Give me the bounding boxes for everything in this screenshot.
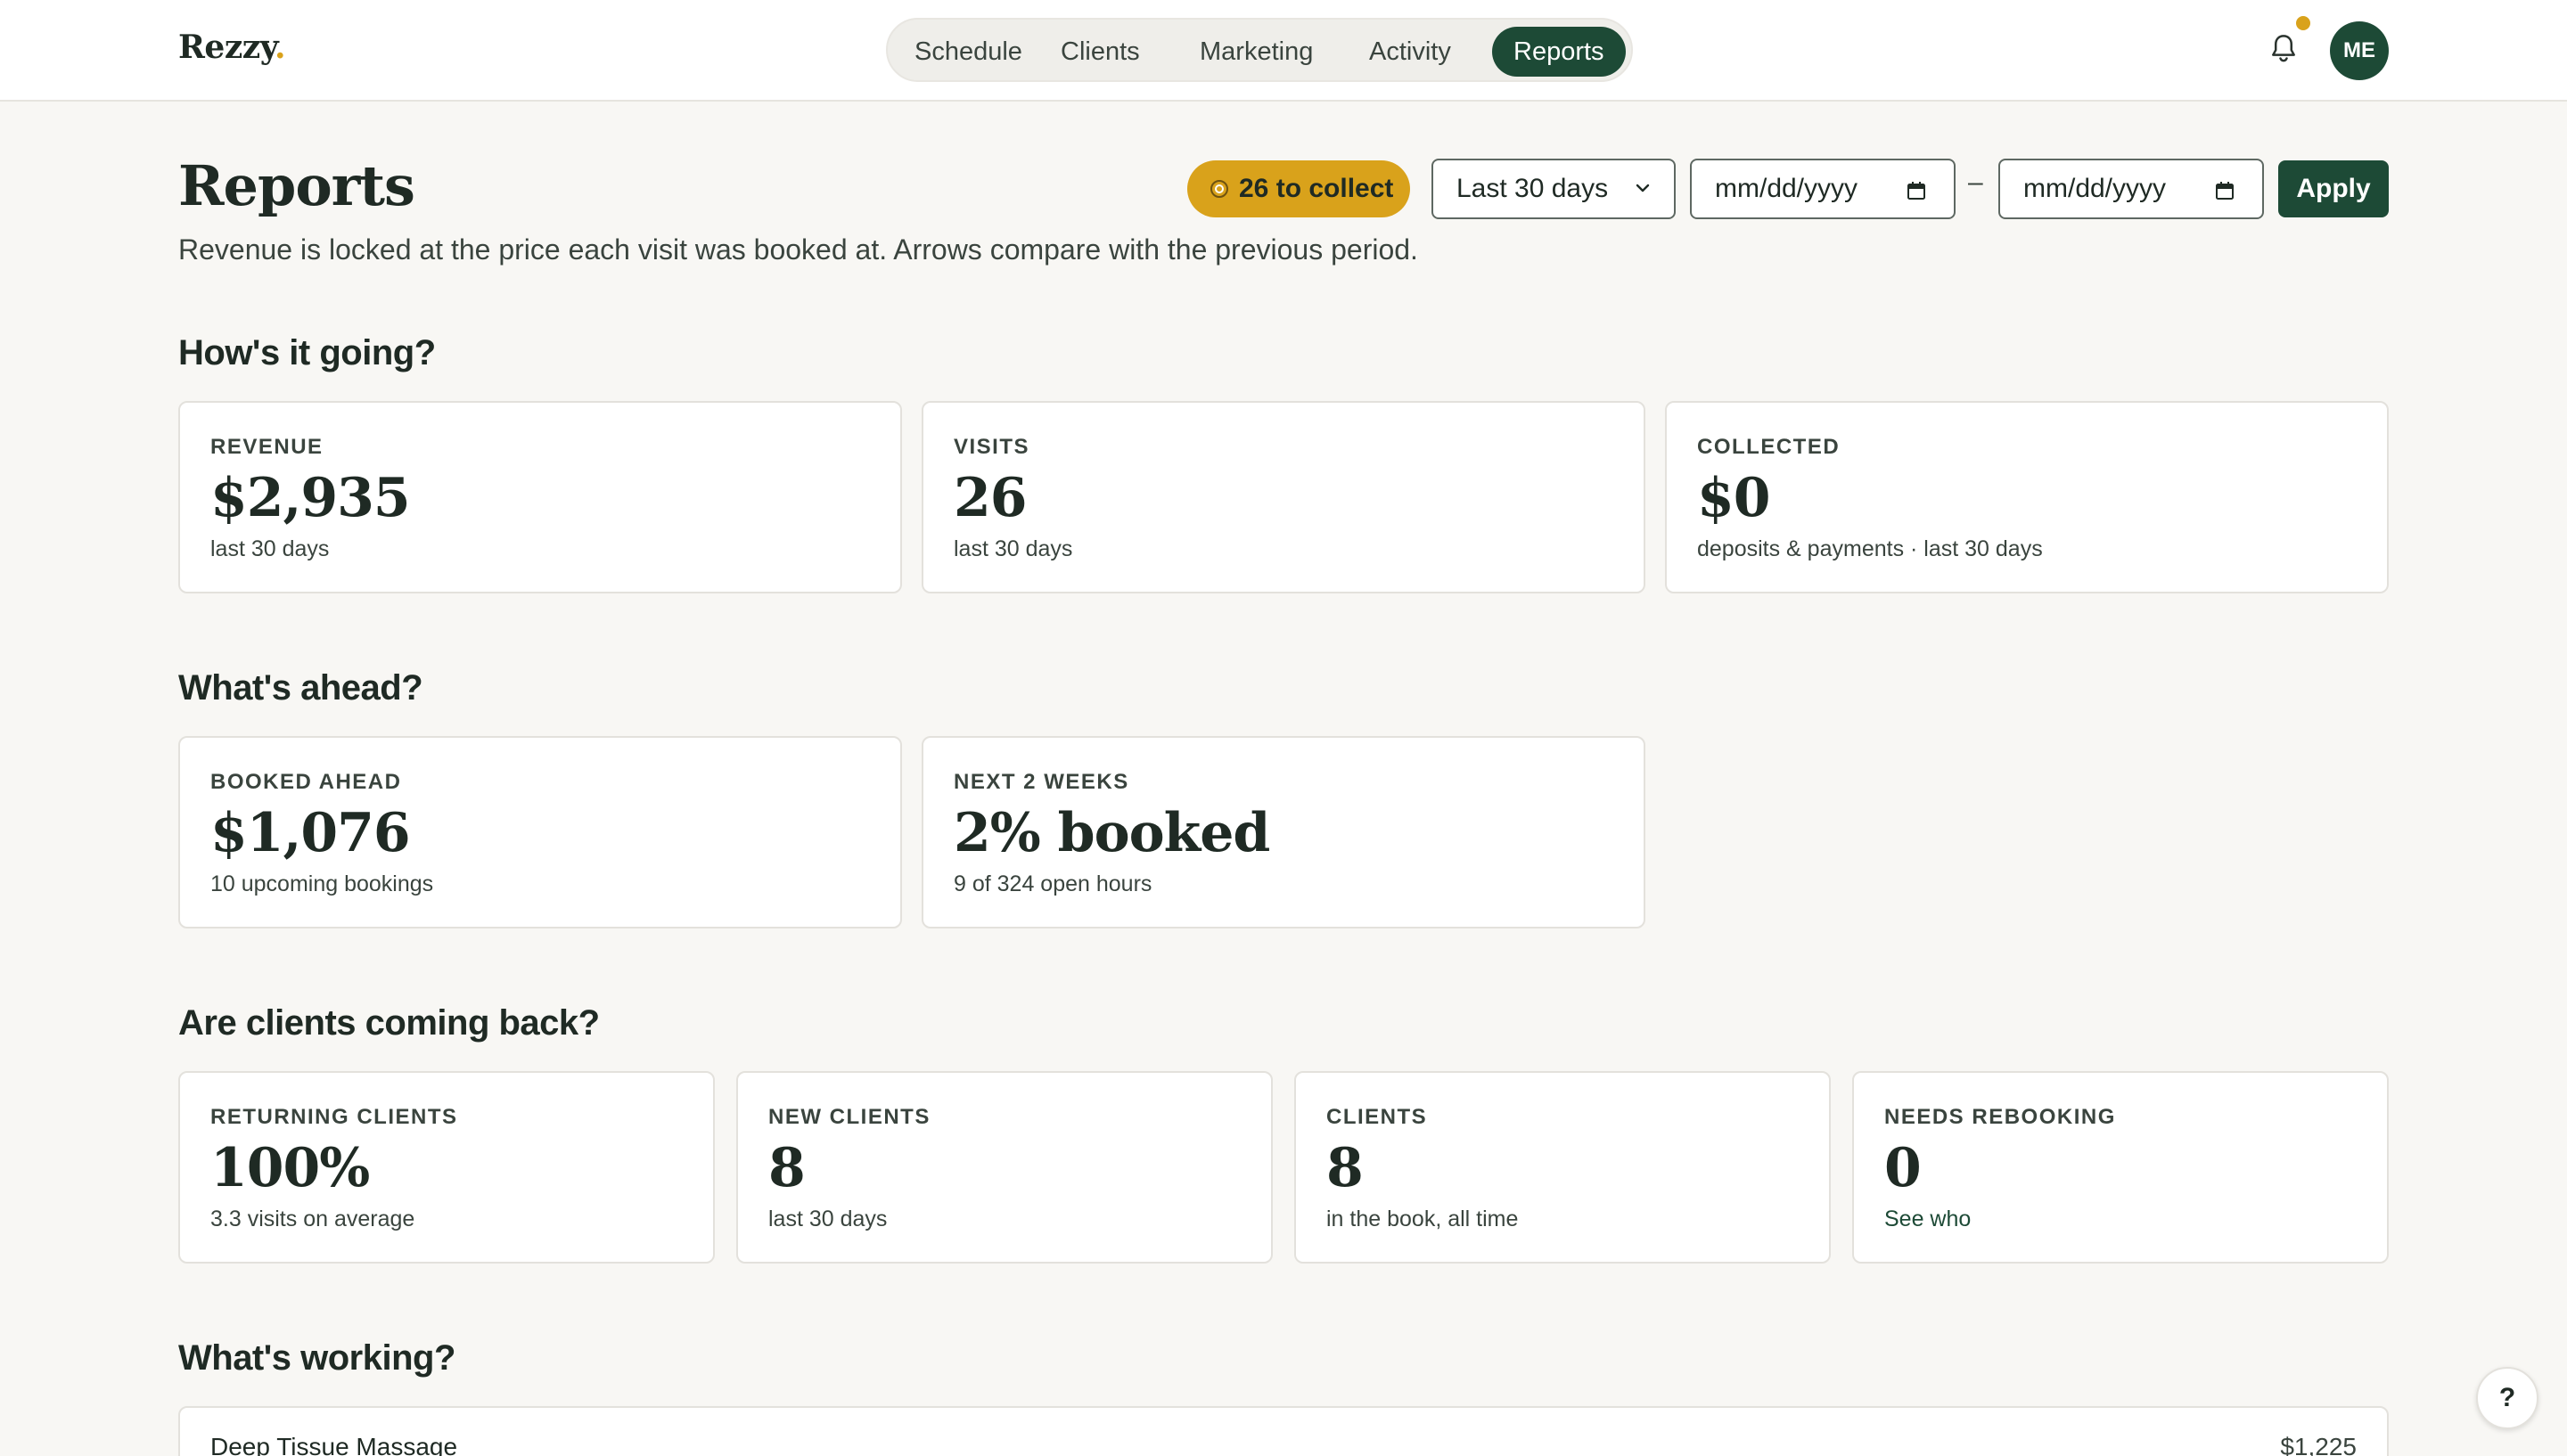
section-title-going: How's it going? [178,333,436,372]
stat-note: in the book, all time [1326,1207,1519,1231]
see-who-link[interactable]: See who [1884,1207,1971,1232]
section-title-ahead: What's ahead? [178,668,423,708]
stat-value: 100% [210,1137,370,1199]
stat-value: 8 [1326,1137,1364,1199]
stat-label: CLIENTS [1326,1105,1428,1129]
stat-note: 10 upcoming bookings [210,871,434,896]
stat-note: last 30 days [954,536,1073,561]
notification-dot [2296,16,2310,30]
stat-value: 0 [1884,1137,1922,1199]
help-button[interactable]: ? [2476,1367,2538,1429]
section-title-coming-back: Are clients coming back? [178,1003,600,1043]
stat-value: $2,935 [210,467,411,529]
stat-note: deposits & payments · last 30 days [1697,536,2043,561]
service-row[interactable]: Deep Tissue Massage $1,225 [178,1406,2389,1456]
stat-value: $1,076 [210,802,411,864]
stat-note: last 30 days [210,536,330,561]
calendar-icon[interactable] [1906,180,1927,201]
to-collect-button[interactable]: 26 to collect [1187,160,1410,217]
service-name: Deep Tissue Massage [210,1433,458,1456]
stat-value: 8 [768,1137,806,1199]
stat-value: 26 [954,467,1027,529]
brand-logo[interactable]: Rezzy. [178,29,286,66]
stat-label: VISITS [954,435,1030,459]
chevron-down-icon [1636,184,1650,192]
stat-note: 9 of 324 open hours [954,871,1152,896]
top-bar: Rezzy. Schedule Clients Marketing Activi… [0,0,2567,102]
stat-card-revenue[interactable]: REVENUE $2,935 last 30 days [178,401,902,593]
stat-card-returning-clients[interactable]: RETURNING CLIENTS 100% 3.3 visits on ave… [178,1071,715,1264]
stat-card-needs-rebooking[interactable]: NEEDS REBOOKING 0 See who [1852,1071,2389,1264]
nav-tab-marketing[interactable]: Marketing [1178,27,1334,77]
date-range-select[interactable]: Last 30 days [1431,159,1676,219]
date-from-input[interactable]: mm/dd/yyyy [1690,159,1956,219]
calendar-icon[interactable] [2214,180,2235,201]
date-to-input[interactable]: mm/dd/yyyy [1998,159,2264,219]
nav-tab-clients[interactable]: Clients [1039,27,1161,77]
stat-note: last 30 days [768,1207,888,1231]
stat-card-booked-ahead[interactable]: BOOKED AHEAD $1,076 10 upcoming bookings [178,736,902,928]
stat-card-collected[interactable]: COLLECTED $0 deposits & payments · last … [1665,401,2389,593]
stat-card-next-two-weeks[interactable]: NEXT 2 WEEKS 2% booked 9 of 324 open hou… [922,736,1645,928]
date-to-placeholder: mm/dd/yyyy [2023,174,2167,203]
page-subtitle: Revenue is locked at the price each visi… [178,233,1418,266]
page-title: Reports [178,153,415,218]
brand-dot: . [275,29,286,66]
to-collect-label: 26 to collect [1239,174,1394,203]
stat-label: NEXT 2 WEEKS [954,770,1129,794]
stat-label: RETURNING CLIENTS [210,1105,458,1129]
user-avatar[interactable]: ME [2330,21,2389,80]
stat-card-clients[interactable]: CLIENTS 8 in the book, all time [1294,1071,1831,1264]
date-range-separator: – [1968,168,1983,197]
notification-bell-icon[interactable] [2268,32,2300,66]
stat-label: REVENUE [210,435,324,459]
stat-value: 2% booked [954,802,1270,864]
date-range-value: Last 30 days [1456,174,1609,203]
stat-label: NEW CLIENTS [768,1105,931,1129]
stat-value: $0 [1697,467,1770,529]
nav-tab-activity[interactable]: Activity [1348,27,1472,77]
coins-icon [1210,180,1228,198]
stat-note: 3.3 visits on average [210,1207,415,1231]
nav-tab-schedule[interactable]: Schedule [893,27,1044,77]
main-nav: Schedule Clients Marketing Activity Repo… [886,18,1633,82]
date-from-placeholder: mm/dd/yyyy [1715,174,1858,203]
service-revenue: $1,225 [2280,1433,2357,1456]
stat-card-visits[interactable]: VISITS 26 last 30 days [922,401,1645,593]
stat-card-new-clients[interactable]: NEW CLIENTS 8 last 30 days [736,1071,1273,1264]
nav-tab-reports[interactable]: Reports [1492,27,1626,77]
stat-label: BOOKED AHEAD [210,770,402,794]
section-title-working: What's working? [178,1338,455,1378]
apply-button[interactable]: Apply [2278,160,2389,217]
stat-label: COLLECTED [1697,435,1841,459]
brand-name: Rezzy [178,29,275,66]
stat-label: NEEDS REBOOKING [1884,1105,2116,1129]
